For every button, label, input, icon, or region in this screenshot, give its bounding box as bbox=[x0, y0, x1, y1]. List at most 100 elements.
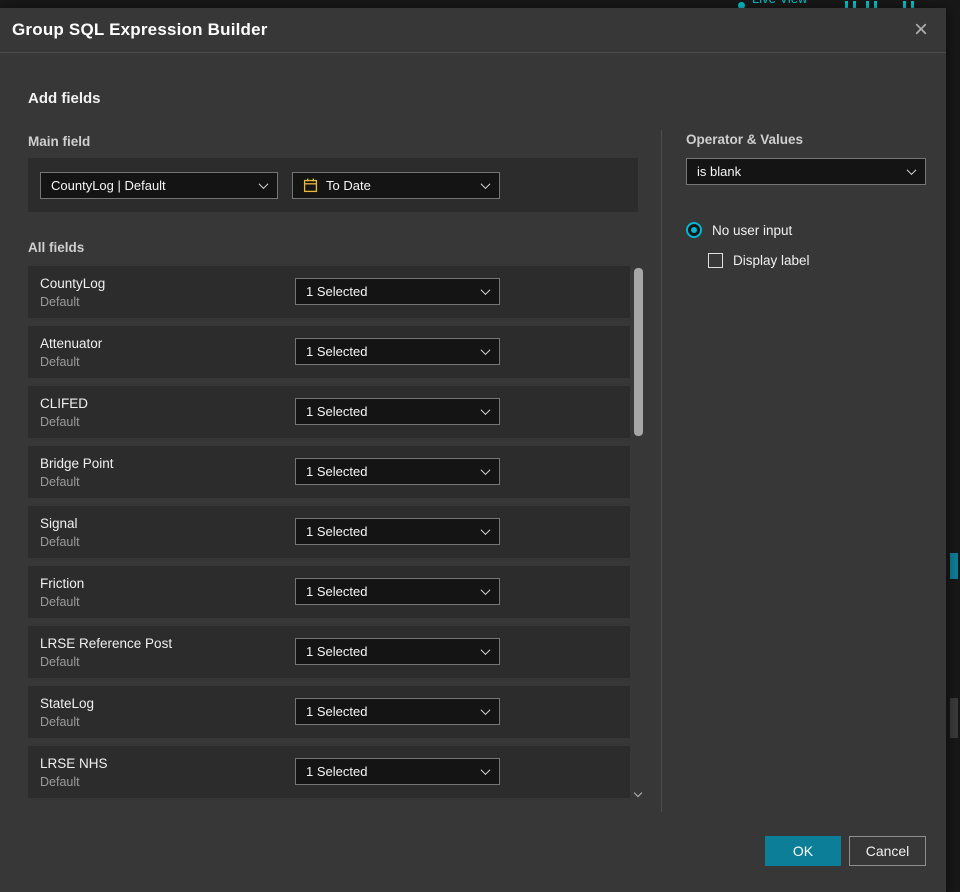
chevron-down-icon bbox=[480, 585, 491, 596]
field-selected-dropdown[interactable]: 1 Selected bbox=[295, 338, 500, 365]
main-field-dropdown-value: CountyLog | Default bbox=[51, 177, 166, 193]
field-meta: CLIFED Default bbox=[40, 396, 88, 429]
field-name: CLIFED bbox=[40, 395, 89, 411]
field-subtitle: Default bbox=[40, 474, 80, 489]
field-row: LRSE NHS Default 1 Selected bbox=[28, 746, 630, 798]
chevron-down-icon bbox=[258, 178, 269, 189]
field-subtitle: Default bbox=[40, 354, 80, 369]
field-meta: Bridge Point Default bbox=[40, 456, 114, 489]
ok-button[interactable]: OK bbox=[765, 836, 841, 866]
main-field-row: CountyLog | Default To Date bbox=[28, 158, 638, 212]
chevron-down-icon bbox=[480, 645, 491, 656]
field-meta: Friction Default bbox=[40, 576, 84, 609]
chevron-down-icon bbox=[480, 705, 491, 716]
field-meta: Signal Default bbox=[40, 516, 80, 549]
field-name: CountyLog bbox=[40, 275, 106, 291]
field-subtitle: Default bbox=[40, 294, 80, 309]
background-toolbar: Live View bbox=[0, 0, 960, 8]
field-meta: LRSE Reference Post Default bbox=[40, 636, 172, 669]
chevron-down-icon bbox=[480, 178, 491, 189]
field-name: StateLog bbox=[40, 695, 95, 711]
field-meta: Attenuator Default bbox=[40, 336, 102, 369]
field-name: Signal bbox=[40, 515, 78, 531]
field-row: CLIFED Default 1 Selected bbox=[28, 386, 630, 438]
background-icon-fragment bbox=[903, 1, 906, 8]
background-gray-fragment bbox=[950, 698, 958, 738]
field-selected-dropdown[interactable]: 1 Selected bbox=[295, 278, 500, 305]
add-fields-heading: Add fields bbox=[28, 90, 101, 107]
field-name: Friction bbox=[40, 575, 85, 591]
radio-selected-icon bbox=[686, 222, 702, 238]
field-subtitle: Default bbox=[40, 714, 80, 729]
background-icon-fragment bbox=[845, 1, 848, 8]
chevron-down-icon bbox=[480, 765, 491, 776]
operator-values-label: Operator & Values bbox=[686, 132, 804, 147]
operator-dropdown[interactable]: is blank bbox=[686, 158, 926, 185]
field-meta: LRSE NHS Default bbox=[40, 756, 108, 789]
field-name: Bridge Point bbox=[40, 455, 114, 471]
dialog-footer: OK Cancel bbox=[765, 836, 926, 866]
chevron-down-icon bbox=[480, 525, 491, 536]
checkbox-label: Display label bbox=[733, 253, 810, 268]
dialog-title: Group SQL Expression Builder bbox=[12, 20, 268, 39]
field-selected-dropdown[interactable]: 1 Selected bbox=[295, 398, 500, 425]
main-field-value-dropdown[interactable]: To Date bbox=[292, 171, 500, 199]
field-selected-value: 1 Selected bbox=[306, 644, 368, 659]
background-icon-fragment bbox=[853, 1, 856, 8]
field-name: LRSE NHS bbox=[40, 755, 108, 771]
field-row: Signal Default 1 Selected bbox=[28, 506, 630, 558]
field-selected-value: 1 Selected bbox=[306, 344, 368, 359]
field-row: Bridge Point Default 1 Selected bbox=[28, 446, 630, 498]
background-icon-fragment bbox=[911, 1, 914, 8]
field-selected-dropdown[interactable]: 1 Selected bbox=[295, 758, 500, 785]
field-name: LRSE Reference Post bbox=[40, 635, 173, 651]
field-selected-value: 1 Selected bbox=[306, 464, 368, 479]
field-selected-value: 1 Selected bbox=[306, 404, 368, 419]
all-fields-label: All fields bbox=[28, 240, 85, 255]
main-field-dropdown[interactable]: CountyLog | Default bbox=[40, 171, 278, 199]
display-label-checkbox[interactable]: Display label bbox=[708, 253, 810, 268]
all-fields-list: CountyLog Default 1 Selected Attenuator … bbox=[28, 266, 630, 806]
dialog-header: Group SQL Expression Builder × bbox=[0, 8, 946, 53]
background-right-edge bbox=[946, 8, 960, 892]
field-subtitle: Default bbox=[40, 594, 80, 609]
chevron-down-icon bbox=[906, 165, 917, 176]
chevron-down-icon bbox=[480, 465, 491, 476]
field-subtitle: Default bbox=[40, 654, 80, 669]
cancel-button[interactable]: Cancel bbox=[849, 836, 926, 866]
field-selected-value: 1 Selected bbox=[306, 584, 368, 599]
radio-label: No user input bbox=[712, 222, 793, 238]
field-row: LRSE Reference Post Default 1 Selected bbox=[28, 626, 630, 678]
calendar-icon bbox=[303, 178, 318, 193]
chevron-down-icon bbox=[480, 345, 491, 356]
background-teal-fragment bbox=[950, 553, 958, 579]
close-icon[interactable]: × bbox=[910, 16, 932, 44]
chevron-down-icon bbox=[480, 285, 491, 296]
operator-dropdown-value: is blank bbox=[697, 164, 742, 179]
background-icon-fragment bbox=[866, 1, 869, 8]
live-view-label: Live View bbox=[752, 0, 807, 6]
field-row: CountyLog Default 1 Selected bbox=[28, 266, 630, 318]
field-selected-dropdown[interactable]: 1 Selected bbox=[295, 578, 500, 605]
main-field-value-dropdown-value: To Date bbox=[326, 177, 371, 193]
field-selected-value: 1 Selected bbox=[306, 764, 368, 779]
field-selected-dropdown[interactable]: 1 Selected bbox=[295, 638, 500, 665]
field-row: Attenuator Default 1 Selected bbox=[28, 326, 630, 378]
checkbox-unchecked-icon bbox=[708, 253, 723, 268]
no-user-input-radio[interactable]: No user input bbox=[686, 222, 792, 238]
field-subtitle: Default bbox=[40, 414, 80, 429]
field-name: Attenuator bbox=[40, 335, 103, 351]
background-icon-fragment bbox=[874, 1, 877, 8]
scroll-down-icon[interactable] bbox=[634, 790, 643, 799]
field-selected-dropdown[interactable]: 1 Selected bbox=[295, 518, 500, 545]
field-selected-dropdown[interactable]: 1 Selected bbox=[295, 698, 500, 725]
field-meta: StateLog Default bbox=[40, 696, 94, 729]
field-selected-dropdown[interactable]: 1 Selected bbox=[295, 458, 500, 485]
chevron-down-icon bbox=[480, 405, 491, 416]
scrollbar-thumb[interactable] bbox=[634, 268, 643, 436]
group-sql-expression-builder-dialog: Group SQL Expression Builder × Add field… bbox=[0, 8, 946, 892]
column-divider bbox=[661, 130, 662, 812]
field-selected-value: 1 Selected bbox=[306, 524, 368, 539]
field-subtitle: Default bbox=[40, 774, 80, 789]
field-selected-value: 1 Selected bbox=[306, 284, 368, 299]
